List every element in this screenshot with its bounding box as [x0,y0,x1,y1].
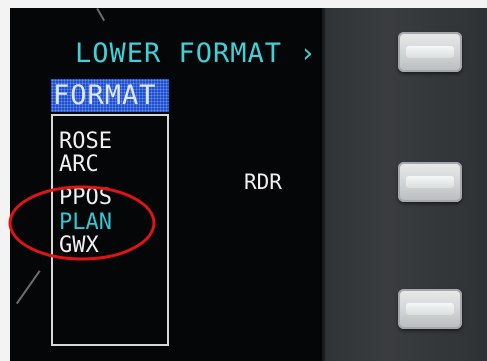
format-item-ppos[interactable]: PPOS [59,186,112,210]
format-item-plan[interactable]: PLAN [59,211,112,235]
background-line [16,270,41,305]
format-menu-title: FORMAT [51,79,169,112]
rdr-label[interactable]: RDR [244,170,282,194]
format-item-rose[interactable]: ROSE [59,130,112,154]
background-line [96,8,105,22]
bezel-edge [322,8,325,361]
format-item-gwx[interactable]: GWX [59,234,99,258]
cockpit-frame: LOWER FORMAT › FORMAT ROSE ARC PPOS PLAN… [0,0,487,361]
format-item-arc[interactable]: ARC [59,153,99,177]
line-select-key-bottom[interactable] [398,289,462,329]
line-select-key-middle[interactable] [398,162,462,202]
line-select-key-top[interactable] [398,32,462,72]
lower-format-header[interactable]: LOWER FORMAT › [75,38,317,70]
mfd-screen: LOWER FORMAT › FORMAT ROSE ARC PPOS PLAN… [10,8,322,361]
format-menu-list: ROSE ARC PPOS PLAN GWX [51,114,169,346]
